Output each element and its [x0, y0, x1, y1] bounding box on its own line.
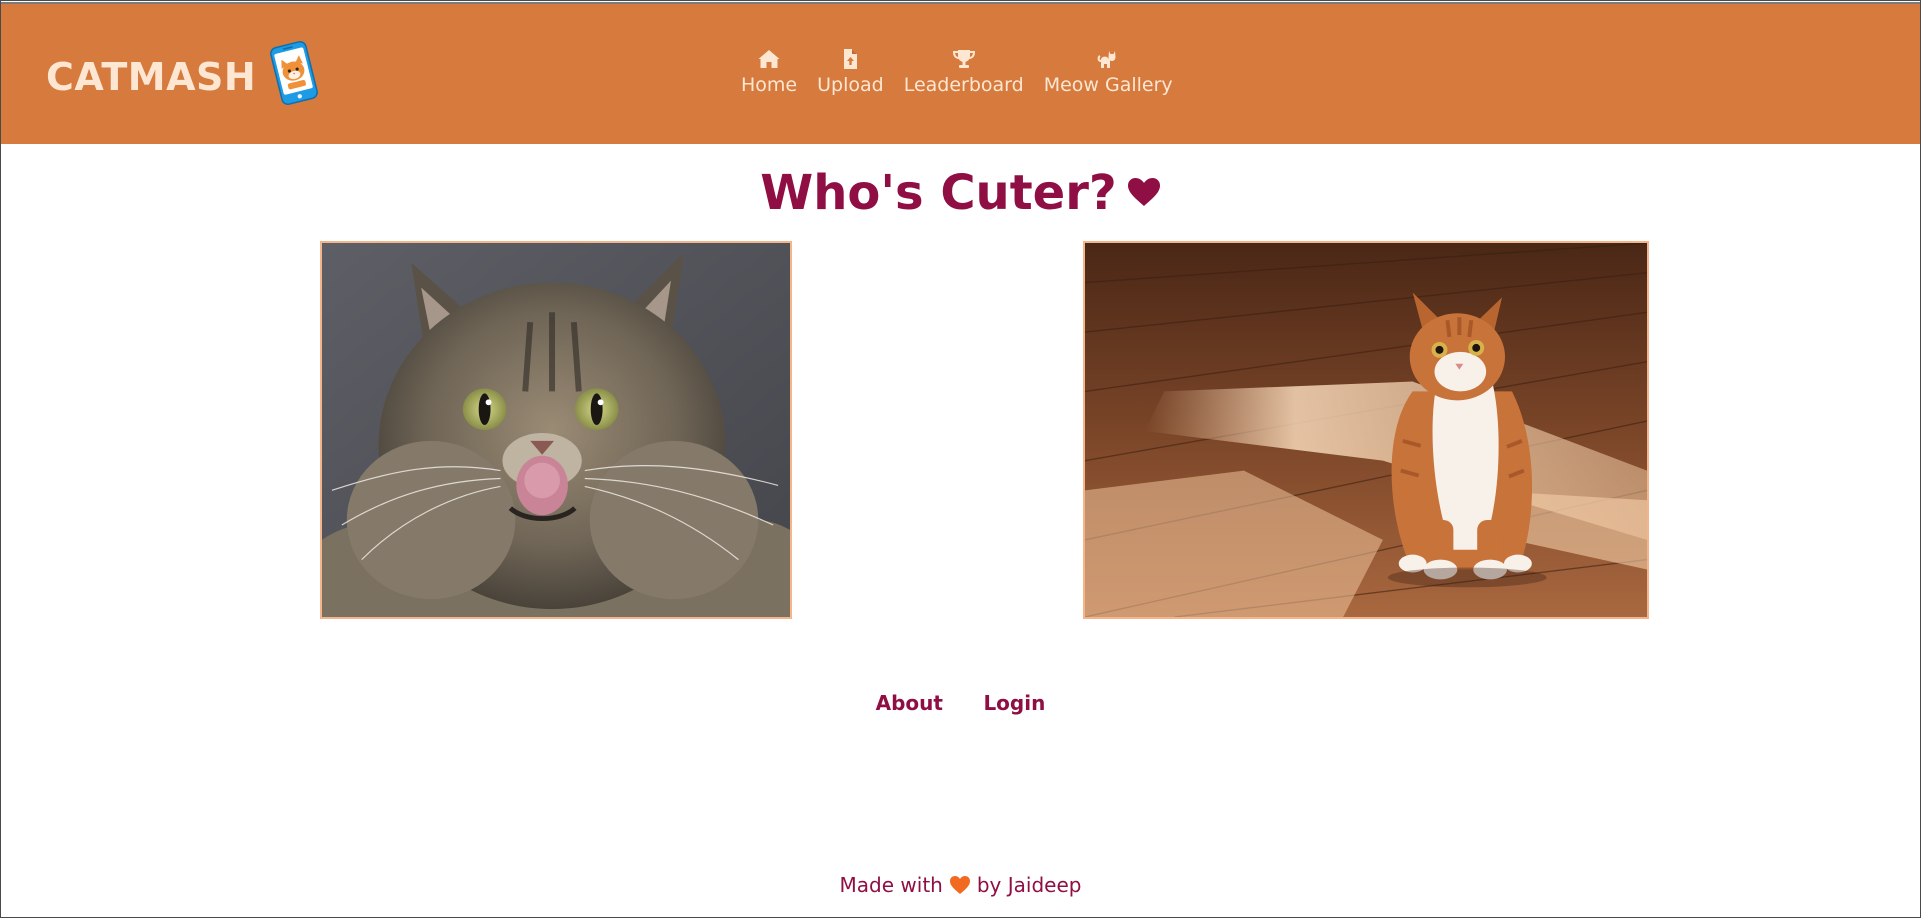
cat-photo-left[interactable] — [320, 241, 792, 619]
file-upload-icon — [844, 49, 858, 69]
cat-icon — [1097, 51, 1116, 68]
nav-home-label: Home — [741, 74, 798, 96]
main-nav: Home Upload Leaderboard Meow Gallery — [741, 48, 1173, 96]
cat-photo-right[interactable] — [1083, 241, 1649, 619]
about-link[interactable]: About — [876, 691, 943, 715]
nav-upload[interactable]: Upload — [817, 48, 884, 96]
page: CATMASH Home Upload Leaderboard Meow Gal… — [0, 0, 1921, 918]
home-icon — [758, 50, 780, 68]
brand-home-link[interactable]: CATMASH — [46, 41, 320, 106]
page-title: Who's Cuter? — [1, 161, 1920, 225]
nav-meow-gallery[interactable]: Meow Gallery — [1044, 48, 1173, 96]
top-navbar: CATMASH Home Upload Leaderboard Meow Gal… — [1, 2, 1920, 144]
nav-leaderboard-label: Leaderboard — [903, 74, 1024, 96]
heart-icon — [949, 875, 970, 894]
made-with-credit: Made with by Jaideep — [1, 873, 1920, 897]
phone-cat-logo-icon — [270, 41, 319, 105]
made-with-suffix: by Jaideep — [976, 873, 1082, 897]
nav-meow-gallery-label: Meow Gallery — [1043, 74, 1173, 96]
orange-white-cat-image — [1085, 243, 1647, 617]
nav-home[interactable]: Home — [741, 48, 797, 96]
nav-upload-label: Upload — [817, 74, 884, 96]
made-with-prefix: Made with — [839, 873, 943, 897]
footer-links: About Login — [1, 691, 1920, 715]
heart-icon — [1127, 178, 1160, 206]
page-title-text: Who's Cuter? — [760, 165, 1117, 221]
brand-name: CATMASH — [46, 55, 257, 99]
nav-leaderboard[interactable]: Leaderboard — [904, 48, 1024, 96]
login-link[interactable]: Login — [983, 691, 1045, 715]
trophy-icon — [952, 50, 975, 68]
fluffy-tabby-cat-image — [322, 243, 790, 617]
